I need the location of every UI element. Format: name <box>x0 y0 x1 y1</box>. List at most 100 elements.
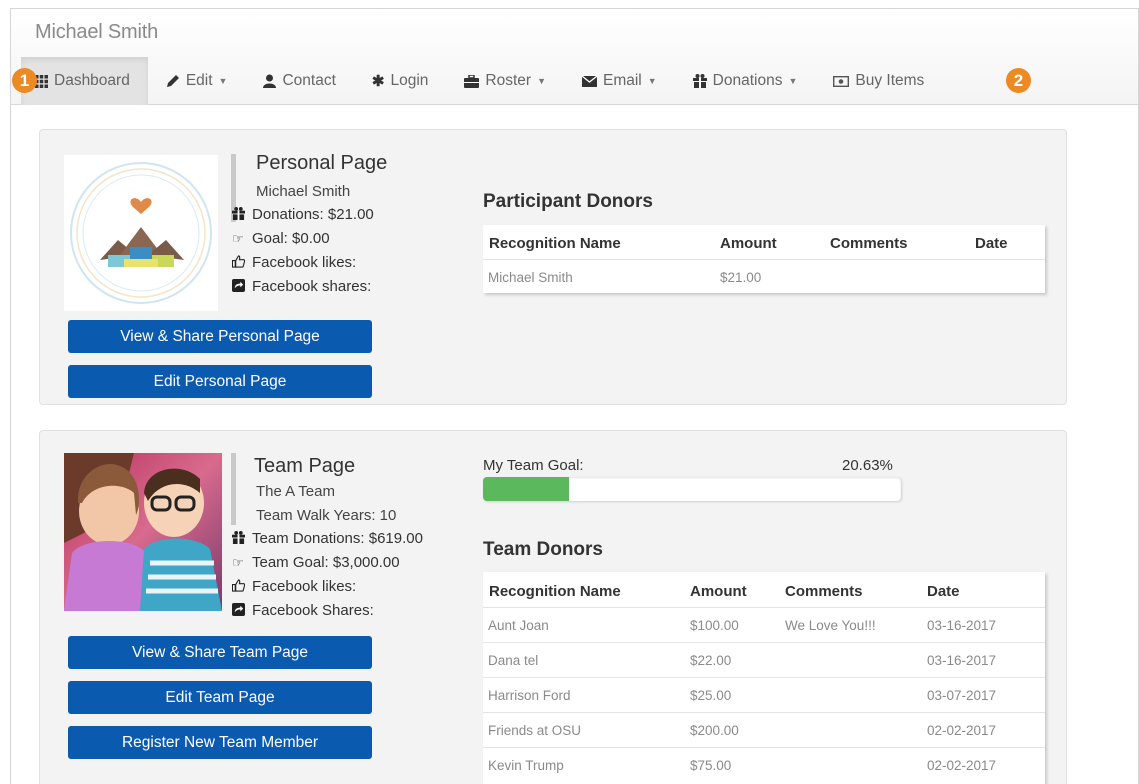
donor-name: Harrison Ford <box>488 688 571 703</box>
share-icon <box>230 278 246 295</box>
participant-name: Michael Smith <box>256 183 351 200</box>
team-name: The A Team <box>256 483 335 500</box>
team-goal-text: Team Goal: $3,000.00 <box>252 554 400 571</box>
donor-name: Aunt Joan <box>488 618 549 633</box>
table-row: Dana tel $22.00 03-16-2017 <box>483 642 1045 677</box>
callout-marker-1: 1 <box>12 68 37 93</box>
personal-goal-stat: ☞ Goal: $0.00 <box>230 230 330 247</box>
nav-contact[interactable]: Contact <box>245 57 353 105</box>
chevron-down-icon: ▼ <box>218 76 228 86</box>
thumbs-up-icon <box>230 578 246 595</box>
gift-icon <box>692 74 707 88</box>
column-header: Recognition Name <box>489 235 621 252</box>
hand-pointing-icon: ☞ <box>232 230 244 246</box>
nav-buy-items-label: Buy Items <box>855 72 925 89</box>
personal-fb-shares-text: Facebook shares: <box>252 278 372 295</box>
column-header: Date <box>927 583 960 600</box>
nav-edit[interactable]: Edit ▼ <box>148 57 246 105</box>
personal-fb-likes-text: Facebook likes: <box>252 254 357 271</box>
nav-email-label: Email <box>602 72 642 89</box>
asterisk-icon: ✱ <box>371 73 385 90</box>
team-fb-likes-stat: Facebook likes: <box>230 578 356 595</box>
column-header: Recognition Name <box>489 583 621 600</box>
nav-buy-items[interactable]: Buy Items <box>815 57 942 105</box>
donor-name: Dana tel <box>488 653 539 668</box>
personal-donations-text: Donations: $21.00 <box>252 206 374 223</box>
table-row: Aunt Joan $100.00 We Love You!!! 03-16-2… <box>483 607 1045 642</box>
table-row: Friends at OSU $200.00 02-02-2017 <box>483 712 1045 747</box>
nav-dashboard[interactable]: Dashboard <box>21 57 148 105</box>
pencil-icon <box>166 74 180 88</box>
team-fb-likes-text: Facebook likes: <box>252 578 357 595</box>
participant-donors-table: Recognition Name Amount Comments Date Mi… <box>483 225 1045 293</box>
nav-contact-label: Contact <box>282 72 336 89</box>
team-photo <box>64 453 222 611</box>
personal-donations-stat: Donations: $21.00 <box>230 206 374 223</box>
nav-donations[interactable]: Donations ▼ <box>675 57 816 105</box>
donor-name: Michael Smith <box>488 270 573 285</box>
column-header: Comments <box>830 235 908 252</box>
donor-amount: $22.00 <box>690 653 732 668</box>
envelope-icon <box>581 75 597 87</box>
nav-dashboard-label: Dashboard <box>54 72 130 89</box>
top-navbar: Michael Smith Dashboard Edit ▼ Contact ✱… <box>11 9 1138 105</box>
gift-icon <box>230 206 246 223</box>
team-goal-percent: 20.63% <box>842 457 893 474</box>
column-header: Amount <box>690 583 747 600</box>
team-walk-years: Team Walk Years: 10 <box>256 507 397 524</box>
callout-marker-2: 2 <box>1006 68 1031 93</box>
chevron-down-icon: ▼ <box>788 76 798 86</box>
team-goal-progress-bar <box>483 477 901 501</box>
user-icon <box>263 74 277 88</box>
team-donations-stat: Team Donations: $619.00 <box>230 530 423 547</box>
table-row: Michael Smith $21.00 <box>483 259 1045 293</box>
briefcase-icon <box>464 74 480 88</box>
donor-amount: $21.00 <box>720 270 762 285</box>
personal-fb-shares-stat: Facebook shares: <box>230 278 371 295</box>
team-page-panel: Team Page The A Team Team Walk Years: 10… <box>39 430 1067 784</box>
chevron-down-icon: ▼ <box>537 76 546 86</box>
register-team-member-button[interactable]: Register New Team Member <box>68 726 372 759</box>
gift-icon <box>230 530 246 547</box>
donor-date: 02-02-2017 <box>927 723 997 738</box>
team-donations-text: Team Donations: $619.00 <box>252 530 423 547</box>
column-header: Comments <box>785 583 863 600</box>
donor-amount: $25.00 <box>690 688 732 703</box>
nav-email[interactable]: Email ▼ <box>564 57 675 105</box>
thumbs-up-icon <box>230 254 246 271</box>
view-share-personal-page-button[interactable]: View & Share Personal Page <box>68 320 372 353</box>
nav-login-label: Login <box>390 72 429 89</box>
donor-date: 02-02-2017 <box>927 758 997 773</box>
team-fb-shares-text: Facebook Shares: <box>252 602 374 619</box>
team-goal-label: My Team Goal: <box>483 457 584 474</box>
donor-date: 03-16-2017 <box>927 653 997 668</box>
share-icon <box>230 602 246 619</box>
nav-edit-label: Edit <box>185 72 213 89</box>
team-donors-title: Team Donors <box>483 539 604 560</box>
donor-name: Kevin Trump <box>488 758 564 773</box>
personal-fb-likes-stat: Facebook likes: <box>230 254 356 271</box>
nav-login[interactable]: ✱ Login <box>354 57 447 105</box>
team-donors-table: Recognition Name Amount Comments Date Au… <box>483 572 1045 784</box>
personal-goal-text: Goal: $0.00 <box>252 230 330 247</box>
personal-page-title: Personal Page <box>256 152 388 174</box>
donor-date: 03-07-2017 <box>927 688 997 703</box>
view-share-team-page-button[interactable]: View & Share Team Page <box>68 636 372 669</box>
divider-bar <box>231 453 236 525</box>
donor-amount: $100.00 <box>690 618 739 633</box>
money-icon <box>833 75 850 87</box>
participant-donors-title: Participant Donors <box>483 191 653 212</box>
team-fb-shares-stat: Facebook Shares: <box>230 602 374 619</box>
donor-amount: $200.00 <box>690 723 739 738</box>
edit-team-page-button[interactable]: Edit Team Page <box>68 681 372 714</box>
team-goal-stat: ☞ Team Goal: $3,000.00 <box>230 554 400 571</box>
team-page-title: Team Page <box>254 455 356 477</box>
table-row: Harrison Ford $25.00 03-07-2017 <box>483 677 1045 712</box>
progress-fill <box>483 477 570 501</box>
column-header: Amount <box>720 235 777 252</box>
nav-donations-label: Donations <box>712 72 783 89</box>
edit-personal-page-button[interactable]: Edit Personal Page <box>68 365 372 398</box>
nav-roster[interactable]: Roster ▼ <box>446 57 564 105</box>
donor-name: Friends at OSU <box>488 723 582 738</box>
column-header: Date <box>975 235 1008 252</box>
